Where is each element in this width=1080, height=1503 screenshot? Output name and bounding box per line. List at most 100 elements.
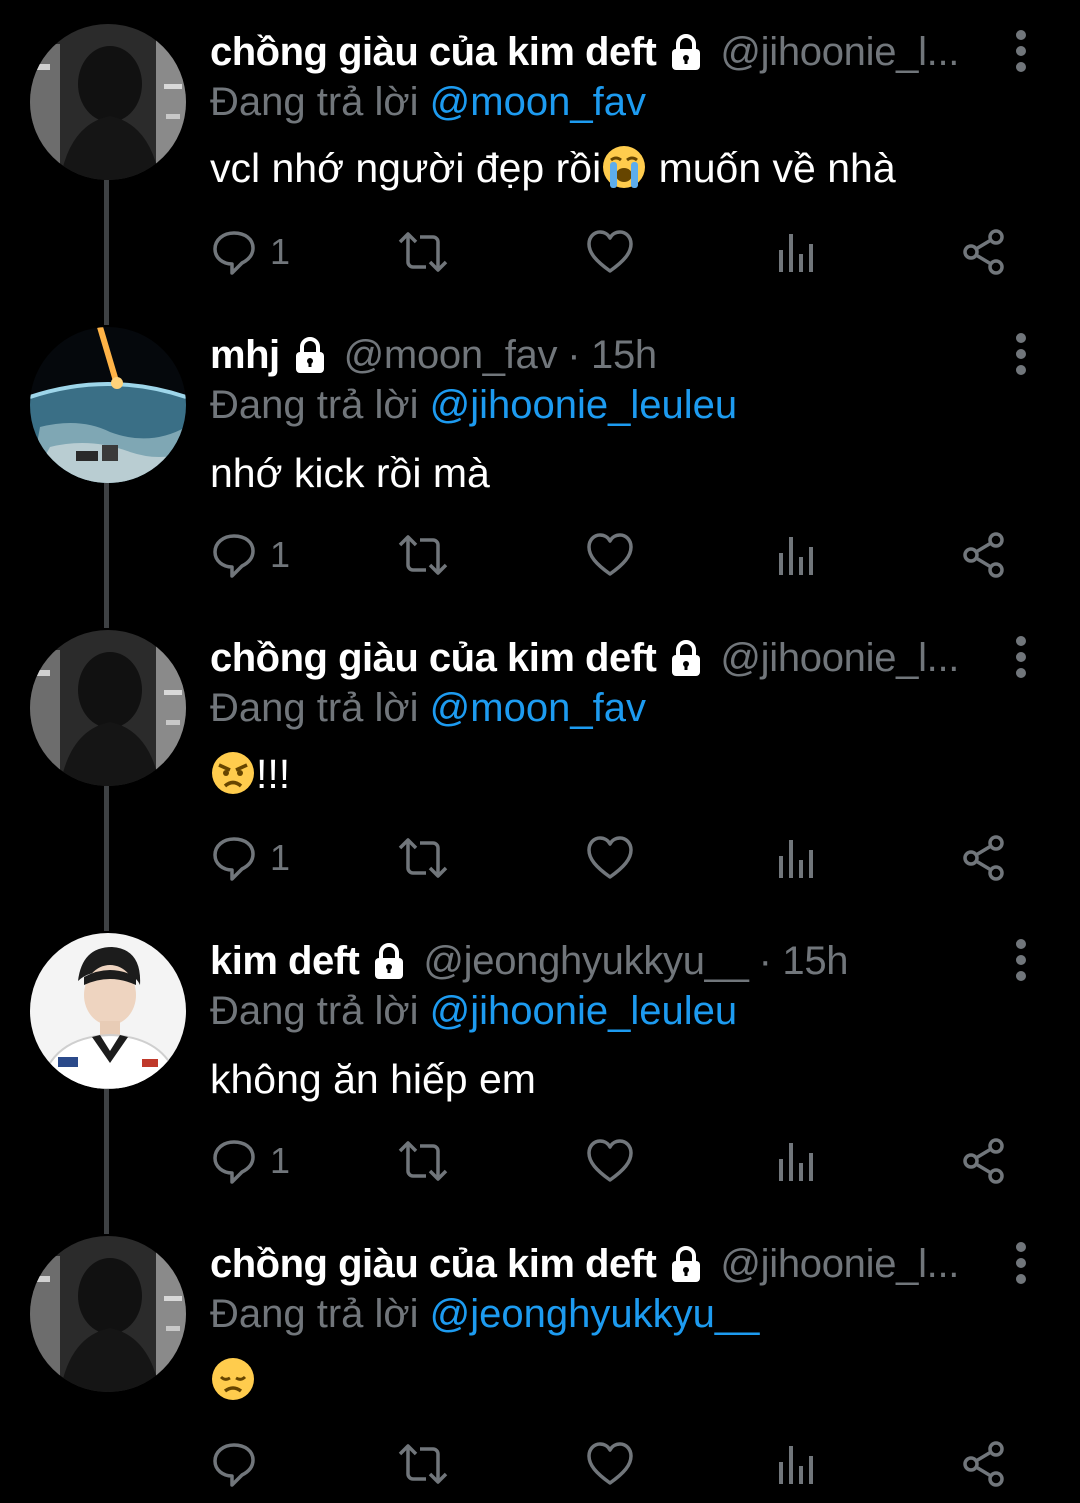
action-bar: 1 bbox=[210, 828, 1010, 888]
tweet-item[interactable]: mhj @moon_fav · 15h Đang trả lời @jihoon… bbox=[0, 303, 1080, 606]
replying-to-label: Đang trả lời bbox=[210, 80, 419, 124]
loudly-crying-face-icon bbox=[603, 146, 646, 188]
retweet-icon bbox=[398, 1444, 448, 1484]
retweet-button[interactable] bbox=[396, 222, 450, 282]
views-button[interactable] bbox=[774, 1434, 818, 1494]
more-icon[interactable] bbox=[1006, 331, 1036, 377]
reply-button[interactable]: 1 bbox=[210, 1131, 290, 1191]
thread-line bbox=[104, 909, 109, 931]
avatar[interactable] bbox=[30, 327, 186, 483]
reply-button[interactable]: 1 bbox=[210, 222, 290, 282]
retweet-button[interactable] bbox=[396, 1131, 450, 1191]
like-icon bbox=[587, 230, 633, 273]
replying-to-label: Đang trả lời bbox=[210, 686, 419, 730]
reply-button[interactable]: 1 bbox=[210, 525, 290, 585]
more-icon[interactable] bbox=[1006, 634, 1036, 680]
avatar[interactable] bbox=[30, 1236, 186, 1392]
user-handle[interactable]: @jihoonie_l... bbox=[720, 1238, 959, 1290]
display-name[interactable]: kim deft bbox=[210, 935, 360, 987]
thread-line bbox=[104, 303, 109, 325]
views-icon bbox=[779, 234, 813, 272]
share-button[interactable] bbox=[960, 1434, 1008, 1494]
like-icon bbox=[587, 836, 633, 879]
user-handle[interactable]: @moon_fav bbox=[344, 329, 558, 381]
tweet-item[interactable]: kim deft @jeonghyukkyu__ · 15h Đang trả … bbox=[0, 909, 1080, 1212]
reply-icon bbox=[213, 534, 255, 578]
tweet-item[interactable]: chồng giàu của kim deft @jihoonie_l... Đ… bbox=[0, 1212, 1080, 1503]
like-button[interactable] bbox=[586, 1434, 634, 1494]
share-button[interactable] bbox=[960, 525, 1008, 585]
user-handle[interactable]: @jihoonie_l... bbox=[720, 632, 959, 684]
reply-button[interactable]: 1 bbox=[210, 828, 290, 888]
user-handle[interactable]: @jihoonie_l... bbox=[720, 26, 959, 78]
like-button[interactable] bbox=[586, 222, 634, 282]
thread-line bbox=[104, 1212, 109, 1234]
retweet-button[interactable] bbox=[396, 525, 450, 585]
avatar[interactable] bbox=[30, 933, 186, 1089]
retweet-button[interactable] bbox=[396, 828, 450, 888]
like-button[interactable] bbox=[586, 1131, 634, 1191]
thread-line bbox=[104, 606, 109, 628]
reply-icon bbox=[213, 1140, 255, 1184]
like-icon bbox=[587, 1139, 633, 1182]
views-button[interactable] bbox=[774, 1131, 818, 1191]
display-name[interactable]: chồng giàu của kim deft bbox=[210, 26, 657, 78]
views-button[interactable] bbox=[774, 222, 818, 282]
display-name[interactable]: chồng giàu của kim deft bbox=[210, 1238, 657, 1290]
more-icon[interactable] bbox=[1006, 28, 1036, 74]
mention-link[interactable]: @jihoonie_leuleu bbox=[430, 383, 738, 427]
mention-link[interactable]: @jihoonie_leuleu bbox=[430, 989, 738, 1033]
like-icon bbox=[587, 533, 633, 576]
share-icon bbox=[963, 1441, 1004, 1487]
views-icon bbox=[779, 1446, 813, 1484]
tweet-time[interactable]: · 15h bbox=[567, 329, 657, 381]
replying-to-label: Đang trả lời bbox=[210, 1292, 419, 1336]
more-icon[interactable] bbox=[1006, 937, 1036, 983]
mention-link[interactable]: @moon_fav bbox=[430, 80, 646, 124]
like-icon bbox=[587, 1442, 633, 1485]
tweet-text: !!! bbox=[210, 746, 290, 802]
avatar[interactable] bbox=[30, 24, 186, 180]
mention-link[interactable]: @jeonghyukkyu__ bbox=[430, 1292, 760, 1336]
share-icon bbox=[963, 229, 1004, 275]
user-handle[interactable]: @jeonghyukkyu__ bbox=[423, 935, 749, 987]
lock-icon bbox=[295, 337, 324, 373]
tweet-text-main: không ăn hiếp em bbox=[210, 1056, 536, 1102]
action-bar: 1 bbox=[210, 1131, 1010, 1191]
share-button[interactable] bbox=[960, 222, 1008, 282]
tweet-time[interactable]: · 15h bbox=[759, 935, 849, 987]
tweet-item[interactable]: chồng giàu của kim deft @jihoonie_l... Đ… bbox=[0, 0, 1080, 303]
like-button[interactable] bbox=[586, 828, 634, 888]
share-button[interactable] bbox=[960, 828, 1008, 888]
views-button[interactable] bbox=[774, 828, 818, 888]
share-icon bbox=[963, 1138, 1004, 1184]
tweet-item[interactable]: chồng giàu của kim deft @jihoonie_l... Đ… bbox=[0, 606, 1080, 909]
retweet-button[interactable] bbox=[396, 1434, 450, 1494]
display-name[interactable]: chồng giàu của kim deft bbox=[210, 632, 657, 684]
tweet-text bbox=[210, 1352, 256, 1408]
disappointed-face-icon bbox=[212, 1358, 254, 1400]
mention-link[interactable]: @moon_fav bbox=[430, 686, 646, 730]
reply-button[interactable] bbox=[210, 1434, 270, 1494]
avatar[interactable] bbox=[30, 630, 186, 786]
replying-to: Đang trả lời @jihoonie_leuleu bbox=[210, 379, 737, 431]
replying-to: Đang trả lời @jeonghyukkyu__ bbox=[210, 1288, 759, 1340]
reply-icon bbox=[213, 837, 255, 881]
display-name[interactable]: mhj bbox=[210, 329, 280, 381]
like-button[interactable] bbox=[586, 525, 634, 585]
lock-icon bbox=[375, 943, 404, 979]
more-icon[interactable] bbox=[1006, 1240, 1036, 1286]
retweet-icon bbox=[398, 1141, 448, 1181]
tweet-text: nhớ kick rồi mà bbox=[210, 445, 490, 501]
action-bar: 1 bbox=[210, 525, 1010, 585]
action-bar: 1 bbox=[210, 222, 1010, 282]
tweet-text-main: nhớ kick rồi mà bbox=[210, 450, 490, 496]
retweet-icon bbox=[398, 232, 448, 272]
share-button[interactable] bbox=[960, 1131, 1008, 1191]
tweet-text-after: !!! bbox=[256, 751, 291, 797]
replying-to-label: Đang trả lời bbox=[210, 383, 419, 427]
reply-icon bbox=[213, 231, 255, 275]
thread-line bbox=[104, 483, 109, 606]
replying-to: Đang trả lời @moon_fav bbox=[210, 76, 646, 128]
views-button[interactable] bbox=[774, 525, 818, 585]
